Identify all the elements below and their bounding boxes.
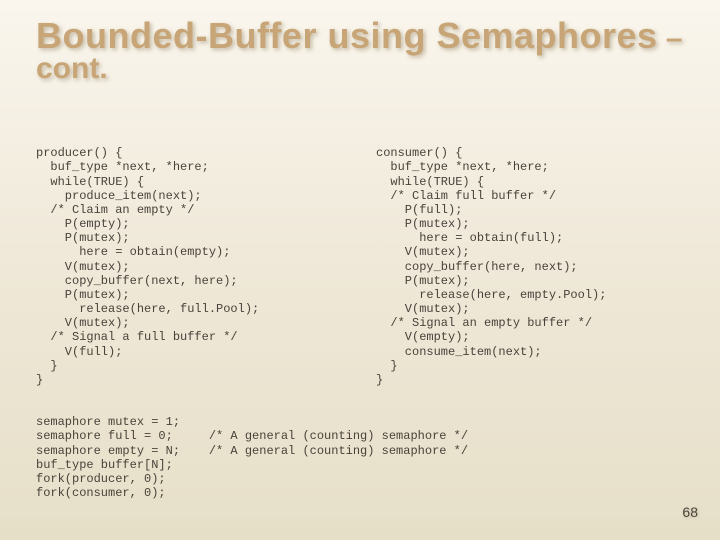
consumer-code: consumer() { buf_type *next, *here; whil… [376,146,696,387]
page-number: 68 [682,504,698,520]
slide-title: Bounded-Buffer using Semaphores – cont. [36,18,696,84]
title-main: Bounded-Buffer using Semaphores [36,15,658,56]
code-area: producer() { buf_type *next, *here; whil… [36,118,696,514]
code-columns: producer() { buf_type *next, *here; whil… [36,146,696,387]
producer-code: producer() { buf_type *next, *here; whil… [36,146,376,387]
globals-code: semaphore mutex = 1; semaphore full = 0;… [36,415,696,500]
